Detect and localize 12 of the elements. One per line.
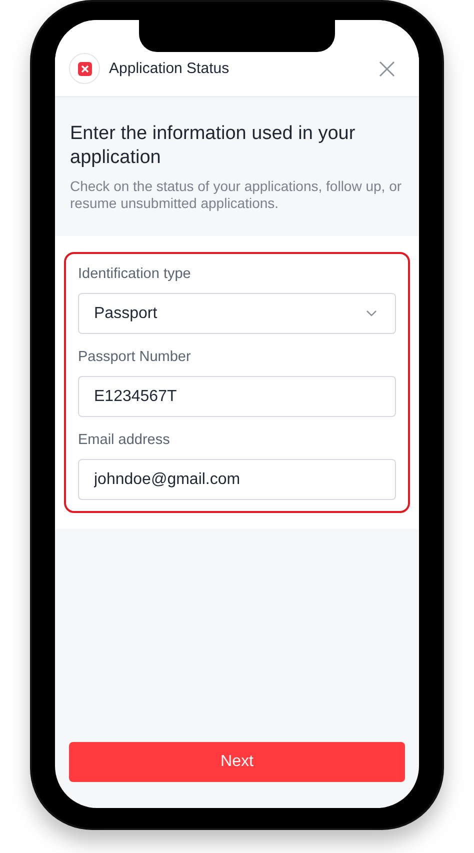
select-field[interactable]: Passport <box>78 293 396 334</box>
field-label: Email address <box>78 431 171 449</box>
header-title: Application Status <box>109 59 230 79</box>
page-description: Check on the status of your applications, follow up, or resume unsubmitted applications. <box>70 178 403 212</box>
field-label: Passport Number <box>78 348 192 366</box>
close-icon <box>379 60 395 76</box>
input-field[interactable]: E1234567T <box>78 376 396 417</box>
field-label: Identification type <box>78 265 192 283</box>
next-button[interactable]: Next <box>69 742 405 782</box>
page-heading: Enter the information used in your application <box>70 122 356 170</box>
chevron-down-icon <box>366 310 377 317</box>
logo-icon <box>69 53 100 84</box>
